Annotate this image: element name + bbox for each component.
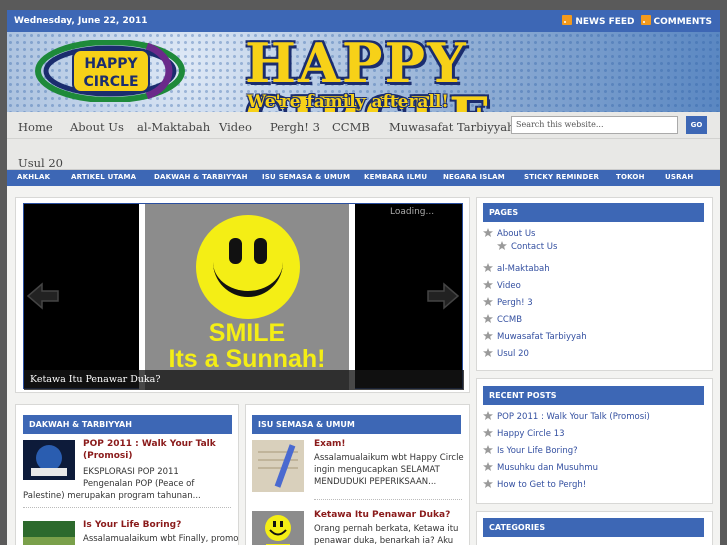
cat-sticky-reminder[interactable]: STICKY REMINDER: [524, 173, 599, 181]
nav-muwasafat-tarbiyyah[interactable]: Muwasafat Tarbiyyah: [389, 120, 514, 134]
star-icon: [483, 445, 493, 454]
cat-akhlak[interactable]: AKHLAK: [17, 173, 50, 181]
post-thumbnail[interactable]: [23, 440, 75, 480]
slide-image[interactable]: SMILE Its a Sunnah!: [145, 204, 349, 390]
post-title[interactable]: POP 2011 : Walk Your Talk (Promosi): [83, 438, 233, 462]
post-excerpt: EKSPLORASI POP 2011 Pengenalan POP (Peac…: [83, 467, 195, 489]
nav-home[interactable]: Home: [18, 120, 53, 134]
page-link-pergh-3[interactable]: Pergh! 3: [483, 297, 533, 308]
recent-posts-heading[interactable]: RECENT POSTS: [483, 386, 704, 405]
divider: [314, 499, 462, 500]
star-icon: [483, 228, 493, 237]
nav-pergh-3[interactable]: Pergh! 3: [270, 120, 320, 134]
page-link-muwasafat-tarbiyyah[interactable]: Muwasafat Tarbiyyah: [483, 331, 587, 342]
isu-heading[interactable]: ISU SEMASA & UMUM: [252, 415, 461, 434]
star-icon: [483, 348, 493, 357]
star-icon: [483, 263, 493, 272]
page-link-contact-us[interactable]: Contact Us: [497, 241, 557, 252]
post-excerpt: Assalamualaikum wbt Finally, promo: [83, 534, 239, 544]
cat-tokoh[interactable]: TOKOH: [616, 173, 645, 181]
search-go-button[interactable]: GO: [686, 116, 707, 134]
page-link-video[interactable]: Video: [483, 280, 521, 291]
nav-ccmb[interactable]: CCMB: [332, 120, 370, 134]
recent-post-link[interactable]: Happy Circle 13: [483, 428, 565, 439]
star-icon: [483, 331, 493, 340]
star-icon: [497, 241, 507, 250]
cat-usrah[interactable]: USRAH: [665, 173, 693, 181]
page-link-about-us[interactable]: About Us: [483, 228, 535, 239]
pages-heading[interactable]: PAGES: [483, 203, 704, 222]
logo-text-1: HAPPY: [84, 56, 138, 72]
post-title[interactable]: Ketawa Itu Penawar Duka?: [314, 509, 464, 521]
site-header: HAPPY CIRCLE HAPPY CIRCLE We're family a…: [7, 32, 720, 112]
categories-heading[interactable]: CATEGORIES: [483, 518, 704, 537]
category-nav: AKHLAK ARTIKEL UTAMA DAKWAH & TARBIYYAH …: [7, 170, 720, 186]
current-date: Wednesday, June 22, 2011: [14, 16, 148, 26]
comments-feed-link[interactable]: COMMENTS: [640, 15, 712, 27]
feed-links: NEWS FEED COMMENTS: [562, 15, 712, 27]
star-icon: [483, 314, 493, 323]
nav-al-maktabah[interactable]: al-Maktabah: [137, 120, 210, 134]
rss-icon: [562, 15, 573, 25]
star-icon: [483, 297, 493, 306]
star-icon: [483, 428, 493, 437]
slider-loading: Loading...: [390, 207, 435, 217]
post-thumbnail[interactable]: [252, 511, 304, 545]
nav-divider: [7, 138, 720, 139]
cat-artikel-utama[interactable]: ARTIKEL UTAMA: [71, 173, 136, 181]
next-arrow-icon[interactable]: [426, 282, 460, 310]
star-icon: [483, 411, 493, 420]
logo-text-2: CIRCLE: [83, 74, 138, 90]
post-title[interactable]: Exam!: [314, 438, 464, 450]
post-title[interactable]: Is Your Life Boring?: [83, 519, 233, 531]
page-link-usul-20[interactable]: Usul 20: [483, 348, 529, 359]
cat-isu-semasa-umum[interactable]: ISU SEMASA & UMUM: [262, 173, 350, 181]
slide-image-text: SMILE Its a Sunnah!: [168, 319, 326, 373]
recent-post-link[interactable]: POP 2011 : Walk Your Talk (Promosi): [483, 411, 650, 422]
star-icon: [483, 280, 493, 289]
post-excerpt: Orang pernah berkata, Ketawa itu penawar…: [314, 524, 459, 545]
divider: [23, 507, 231, 508]
nav-usul-20[interactable]: Usul 20: [18, 156, 63, 170]
smiley-mouth: [213, 253, 283, 297]
dakwah-heading[interactable]: DAKWAH & TARBIYYAH: [23, 415, 232, 434]
page-link-ccmb[interactable]: CCMB: [483, 314, 522, 325]
recent-post-link[interactable]: Is Your Life Boring?: [483, 445, 578, 456]
star-icon: [483, 462, 493, 471]
featured-slider[interactable]: SMILE Its a Sunnah! Loading... Ketawa It…: [23, 203, 464, 390]
post-thumbnail[interactable]: [252, 440, 304, 492]
news-feed-link[interactable]: NEWS FEED: [562, 15, 635, 27]
smiley-face: [196, 215, 300, 319]
prev-arrow-icon[interactable]: [26, 282, 60, 310]
site-logo[interactable]: HAPPY CIRCLE: [35, 40, 185, 102]
cat-negara-islam[interactable]: NEGARA ISLAM: [443, 173, 505, 181]
page-link-al-maktabah[interactable]: al-Maktabah: [483, 263, 550, 274]
top-bar: Wednesday, June 22, 2011 NEWS FEED COMME…: [7, 10, 720, 32]
nav-video[interactable]: Video: [219, 120, 252, 134]
cat-dakwah-tarbiyyah[interactable]: DAKWAH & TARBIYYAH: [154, 173, 248, 181]
rss-icon: [640, 15, 651, 25]
post-excerpt: Palestine) merupakan program tahunan...: [23, 491, 201, 501]
slide-caption[interactable]: Ketawa Itu Penawar Duka?: [24, 370, 464, 390]
cat-kembara-ilmu[interactable]: KEMBARA ILMU: [364, 173, 427, 181]
star-icon: [483, 479, 493, 488]
slide-border: [349, 204, 355, 390]
post-excerpt: Assalamualaikum wbt Happy Circle ingin m…: [314, 453, 464, 487]
page: Wednesday, June 22, 2011 NEWS FEED COMME…: [7, 10, 720, 545]
site-tagline: We're family afterall!: [247, 92, 449, 112]
recent-post-link[interactable]: How to Get to Pergh!: [483, 479, 586, 490]
recent-post-link[interactable]: Musuhku dan Musuhmu: [483, 462, 598, 473]
search-input[interactable]: Search this website...: [511, 116, 678, 134]
nav-about-us[interactable]: About Us: [70, 120, 124, 134]
post-thumbnail[interactable]: [23, 521, 75, 545]
